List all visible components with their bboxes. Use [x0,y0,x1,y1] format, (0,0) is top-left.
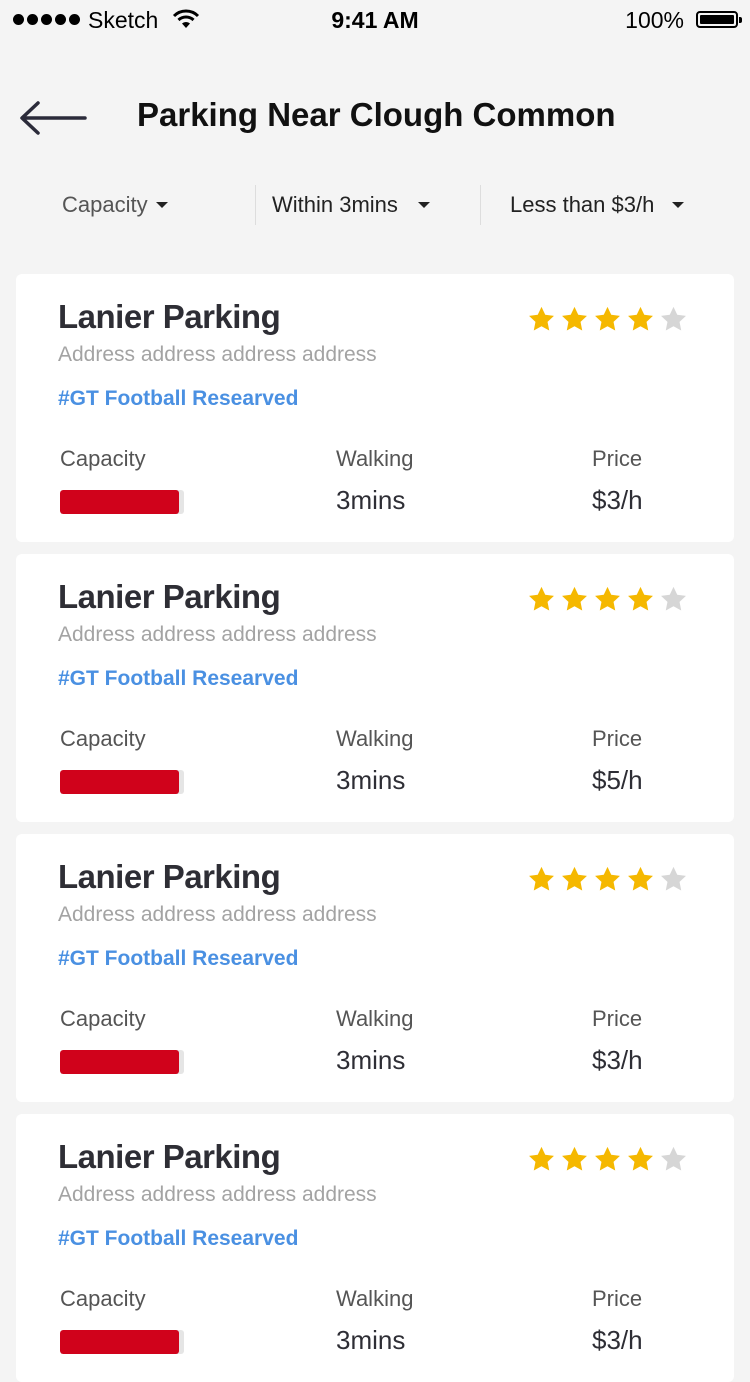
lot-address: Address address address address [58,1183,377,1206]
star-empty-icon [661,1146,686,1171]
lot-name: Lanier Parking [58,298,281,335]
caret-down-icon [417,202,430,208]
walking-filter[interactable]: Within 3mins [272,185,430,225]
filter-bar: Capacity Within 3mins Less than $3/h [0,185,750,225]
star-filled-icon [628,866,653,891]
walking-value: 3mins [336,485,406,515]
price-value: $3/h [592,485,643,515]
walking-filter-label: Within 3mins [272,192,398,217]
capacity-label: Capacity [60,1006,146,1031]
capacity-filter[interactable]: Capacity [62,185,168,225]
back-button[interactable] [18,98,88,138]
price-value: $3/h [592,1045,643,1075]
capacity-bar [60,490,184,514]
capacity-label: Capacity [60,726,146,751]
lot-tag[interactable]: #GT Football Researved [58,667,298,691]
caret-down-icon [672,202,685,208]
lot-address: Address address address address [58,903,377,926]
rating-stars [527,585,688,614]
battery-icon [696,11,742,28]
lot-tag[interactable]: #GT Football Researved [58,387,298,411]
walking-label: Walking [336,1006,414,1031]
capacity-filter-label: Capacity [62,192,148,217]
star-filled-icon [628,586,653,611]
price-value: $5/h [592,765,643,795]
star-filled-icon [628,1146,653,1171]
parking-card[interactable]: Lanier Parking Address address address a… [16,554,734,822]
parking-card[interactable]: Lanier Parking Address address address a… [16,1114,734,1382]
star-filled-icon [529,586,554,611]
lot-name: Lanier Parking [58,578,281,615]
price-label: Price [592,726,643,751]
star-filled-icon [529,1146,554,1171]
star-filled-icon [529,306,554,331]
capacity-bar-fill [60,770,180,794]
star-empty-icon [661,586,686,611]
star-filled-icon [595,1146,620,1171]
rating-stars [527,865,688,894]
page-title: Parking Near Clough Common [137,96,616,133]
walking-label: Walking [336,446,414,471]
filter-divider [480,185,481,225]
caret-down-icon [155,202,168,208]
star-filled-icon [595,306,620,331]
parking-card[interactable]: Lanier Parking Address address address a… [16,834,734,1102]
parking-card[interactable]: Lanier Parking Address address address a… [16,274,734,542]
capacity-bar-fill [60,490,180,514]
capacity-bar [60,1050,184,1074]
price-label: Price [592,446,643,471]
star-empty-icon [661,306,686,331]
lot-tag[interactable]: #GT Football Researved [58,947,298,971]
star-filled-icon [562,586,587,611]
walking-value: 3mins [336,765,406,795]
arrow-left-icon [20,101,87,135]
walking-value: 3mins [336,1325,406,1355]
lot-tag[interactable]: #GT Football Researved [58,1227,298,1251]
capacity-bar [60,770,184,794]
filter-divider [255,185,256,225]
status-bar: Sketch 9:41 AM 100% [0,0,750,40]
star-filled-icon [628,306,653,331]
price-filter[interactable]: Less than $3/h [510,185,685,225]
star-filled-icon [595,586,620,611]
star-empty-icon [661,866,686,891]
battery-percent: 100% [625,7,684,33]
price-label: Price [592,1006,643,1031]
lot-name: Lanier Parking [58,1138,281,1175]
star-filled-icon [562,866,587,891]
capacity-label: Capacity [60,446,146,471]
lot-name: Lanier Parking [58,858,281,895]
lot-address: Address address address address [58,623,377,646]
lot-address: Address address address address [58,343,377,366]
star-filled-icon [595,866,620,891]
star-filled-icon [529,866,554,891]
price-label: Price [592,1286,643,1311]
rating-stars [527,305,688,334]
price-filter-label: Less than $3/h [510,192,655,217]
walking-label: Walking [336,726,414,751]
star-filled-icon [562,306,587,331]
capacity-label: Capacity [60,1286,146,1311]
rating-stars [527,1145,688,1174]
capacity-bar-fill [60,1050,180,1074]
star-filled-icon [562,1146,587,1171]
walking-label: Walking [336,1286,414,1311]
walking-value: 3mins [336,1045,406,1075]
price-value: $3/h [592,1325,643,1355]
